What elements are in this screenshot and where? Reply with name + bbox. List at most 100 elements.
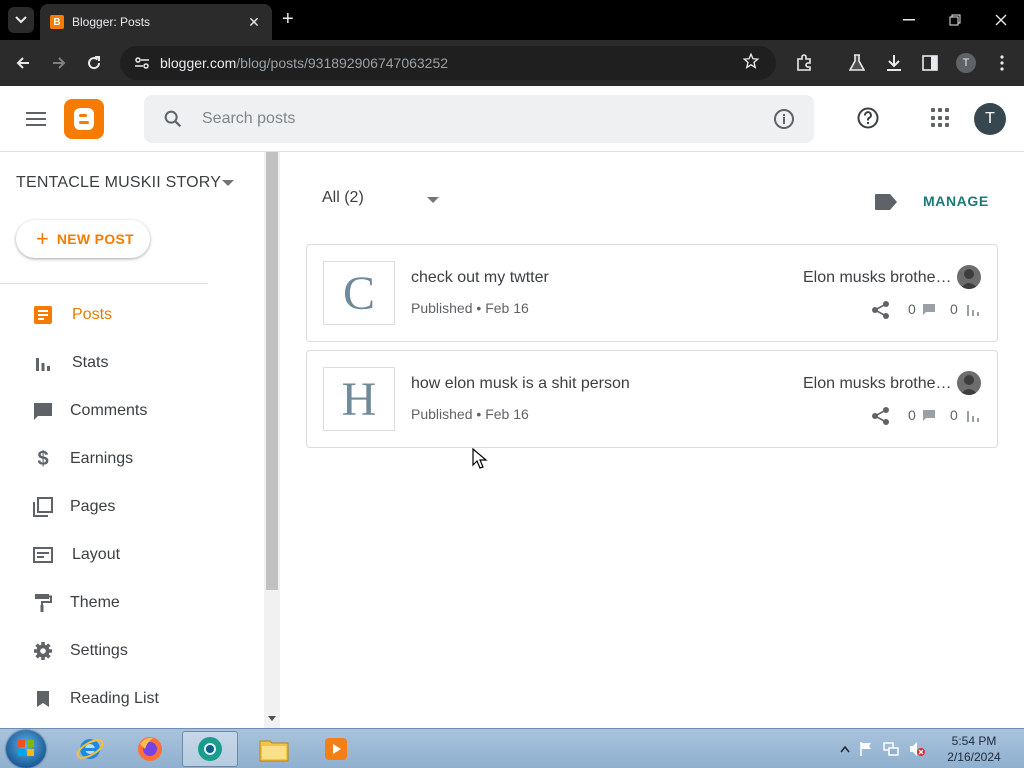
post-author: Elon musks brothe…: [803, 375, 952, 392]
post-title[interactable]: how elon musk is a shit person: [411, 375, 630, 393]
side-panel-icon[interactable]: [919, 52, 941, 74]
sidebar-item-pages[interactable]: Pages: [0, 483, 264, 531]
restore-button[interactable]: [932, 0, 978, 40]
help-icon[interactable]: [856, 106, 880, 130]
mouse-cursor-icon: [472, 448, 488, 469]
sidebar-item-label: Comments: [70, 402, 148, 419]
paint-roller-icon: [32, 592, 54, 614]
sidebar-divider: [0, 283, 208, 284]
blog-name[interactable]: TENTACLE MUSKII STORY: [16, 174, 221, 192]
sidebar-item-posts[interactable]: Posts: [0, 291, 264, 339]
minimize-button[interactable]: [886, 0, 932, 40]
tab-close-icon[interactable]: ✕: [246, 14, 262, 31]
site-info-icon[interactable]: [132, 56, 152, 70]
post-row[interactable]: H how elon musk is a shit person Publish…: [306, 350, 998, 448]
arrow-right-icon: [53, 57, 66, 69]
share-icon[interactable]: [871, 300, 891, 320]
browser-tab-bar: B Blogger: Posts ✕ +: [0, 0, 1024, 40]
dollar-icon: $: [37, 447, 49, 470]
sidebar-scrollbar[interactable]: [264, 152, 280, 728]
blogger-logo[interactable]: [64, 99, 104, 139]
taskbar-chrome-window[interactable]: [182, 731, 238, 767]
post-title[interactable]: check out my twtter: [411, 269, 549, 287]
stats-icon: [32, 352, 54, 374]
extensions-icon[interactable]: [793, 52, 815, 74]
blogger-favicon-icon: B: [50, 15, 64, 29]
close-window-button[interactable]: [978, 0, 1024, 40]
internet-explorer-icon: [76, 739, 104, 759]
browser-tab[interactable]: B Blogger: Posts ✕: [40, 4, 272, 40]
action-center-flag-icon[interactable]: [858, 741, 874, 757]
clock-time: 5:54 PM: [951, 734, 997, 748]
chevron-down-icon: [15, 16, 27, 24]
reload-icon: [88, 56, 101, 70]
bookmark-star-icon[interactable]: [742, 52, 764, 75]
sidebar-item-theme[interactable]: Theme: [0, 579, 264, 627]
windows-logo-icon: [18, 740, 34, 756]
sidebar-item-label: Posts: [72, 306, 113, 323]
plus-icon: +: [36, 226, 49, 251]
post-status: Published: [411, 300, 473, 316]
post-date: Feb 16: [485, 406, 529, 422]
windows-taskbar: 5:54 PM 2/16/2024: [0, 728, 1024, 768]
download-icon[interactable]: [883, 52, 905, 74]
forward-button[interactable]: [46, 50, 72, 76]
sidebar-item-stats[interactable]: Stats: [0, 339, 264, 387]
system-tray: [840, 729, 926, 768]
manage-button[interactable]: MANAGE: [923, 193, 989, 209]
show-hidden-icons-icon[interactable]: [840, 745, 850, 753]
taskbar-media-player[interactable]: [308, 731, 364, 767]
posts-icon: [32, 304, 54, 326]
tab-title: Blogger: Posts: [72, 15, 151, 29]
sidebar-item-label: Layout: [72, 546, 121, 563]
sidebar-item-layout[interactable]: Layout: [0, 531, 264, 579]
sidebar-item-label: Pages: [70, 498, 116, 515]
gear-icon: [32, 640, 54, 662]
account-avatar[interactable]: T: [974, 103, 1006, 135]
comments-icon: [32, 400, 54, 422]
sidebar-item-settings[interactable]: Settings: [0, 627, 264, 675]
browser-profile-avatar[interactable]: T: [956, 53, 976, 73]
post-filter-dropdown[interactable]: All (2): [322, 189, 364, 207]
start-button[interactable]: [6, 730, 46, 768]
taskbar-internet-explorer[interactable]: [62, 731, 118, 767]
taskbar-file-explorer[interactable]: [246, 731, 302, 767]
labs-flask-icon[interactable]: [846, 52, 868, 74]
reload-button[interactable]: [81, 50, 107, 76]
browser-toolbar: blogger.com/blog/posts/93189290674706325…: [0, 40, 1024, 86]
google-apps-icon[interactable]: [931, 108, 951, 128]
tab-search-button[interactable]: [8, 7, 34, 33]
scroll-down-arrow-icon[interactable]: [268, 716, 276, 721]
sidebar-item-comments[interactable]: Comments: [0, 387, 264, 435]
sidebar-item-label: Reading List: [70, 690, 159, 707]
taskbar-clock[interactable]: 5:54 PM 2/16/2024: [940, 733, 1008, 765]
back-button[interactable]: [10, 50, 36, 76]
hamburger-menu-icon[interactable]: [24, 108, 48, 130]
media-player-icon: [325, 738, 347, 760]
volume-muted-icon[interactable]: [908, 741, 926, 757]
label-tag-icon[interactable]: [874, 193, 898, 211]
blog-switcher-caret-icon[interactable]: [222, 180, 234, 186]
search-input[interactable]: [202, 110, 772, 128]
post-row[interactable]: C check out my twtter Published • Feb 16…: [306, 244, 998, 342]
address-bar[interactable]: blogger.com/blog/posts/93189290674706325…: [120, 46, 776, 80]
filter-caret-icon[interactable]: [427, 197, 439, 203]
sidebar: TENTACLE MUSKII STORY + NEW POST Posts S…: [0, 152, 264, 728]
more-menu-icon[interactable]: [991, 52, 1013, 74]
taskbar-firefox[interactable]: [122, 731, 178, 767]
new-post-button[interactable]: + NEW POST: [16, 220, 150, 258]
browser-app-icon: [198, 737, 222, 761]
sidebar-item-reading-list[interactable]: Reading List: [0, 675, 264, 723]
url-text: blogger.com/blog/posts/93189290674706325…: [160, 55, 742, 71]
share-icon[interactable]: [871, 406, 891, 426]
scrollbar-thumb[interactable]: [266, 152, 278, 590]
comment-count: 0: [908, 407, 916, 423]
new-tab-icon[interactable]: +: [282, 9, 294, 29]
new-post-label: NEW POST: [56, 231, 134, 247]
search-bar: [144, 95, 814, 143]
sidebar-item-label: Theme: [70, 594, 120, 611]
sidebar-item-earnings[interactable]: $ Earnings: [0, 435, 264, 483]
post-status: Published: [411, 406, 473, 422]
info-icon[interactable]: [772, 107, 796, 131]
network-icon[interactable]: [882, 741, 900, 757]
